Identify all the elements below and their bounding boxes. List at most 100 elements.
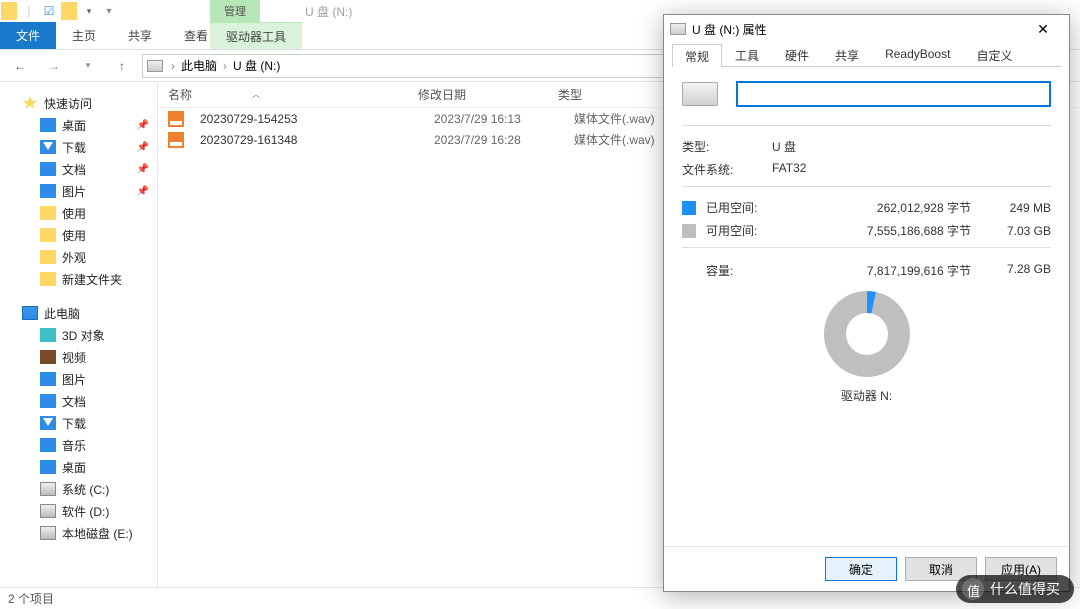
qat-dropdown-icon[interactable]: ▾ <box>80 2 98 20</box>
nav-up-button[interactable]: ↑ <box>108 53 136 79</box>
sidebar-label: 文档 <box>62 161 86 178</box>
sidebar-desktop[interactable]: 桌面📌 <box>0 114 157 136</box>
column-header-type[interactable]: 类型 <box>548 86 678 103</box>
pin-icon: 📌 <box>137 120 149 131</box>
tab-file[interactable]: 文件 <box>0 22 56 49</box>
used-label: 已用空间: <box>706 199 792 216</box>
wav-file-icon <box>168 132 184 148</box>
sidebar-quick-access[interactable]: 快速访问 <box>0 92 157 114</box>
sidebar-pictures[interactable]: 图片📌 <box>0 180 157 202</box>
item-count: 2 个项目 <box>8 590 54 607</box>
column-label: 名称 <box>168 86 192 103</box>
download-icon <box>40 416 56 430</box>
nav-back-button[interactable]: ← <box>6 53 34 79</box>
desktop-icon <box>40 460 56 474</box>
sidebar-drive-c[interactable]: 系统 (C:) <box>0 478 157 500</box>
sidebar-label: 3D 对象 <box>62 327 105 344</box>
sidebar-downloads2[interactable]: 下载 <box>0 412 157 434</box>
video-icon <box>40 350 56 364</box>
star-icon <box>22 96 38 110</box>
dialog-body: 类型:U 盘 文件系统:FAT32 已用空间: 262,012,928 字节 2… <box>664 67 1069 546</box>
nav-recent-dropdown[interactable]: ▾ <box>74 53 102 79</box>
free-swatch-icon <box>682 224 696 238</box>
file-date: 2023/7/29 16:28 <box>424 133 564 147</box>
drive-icon <box>40 482 56 496</box>
sidebar-label: 下载 <box>62 415 86 432</box>
sidebar-3d-objects[interactable]: 3D 对象 <box>0 324 157 346</box>
file-name: 20230729-161348 <box>190 133 424 147</box>
sidebar-folder-use1[interactable]: 使用 <box>0 202 157 224</box>
sidebar-videos[interactable]: 视频 <box>0 346 157 368</box>
used-swatch-icon <box>682 201 696 215</box>
window-title: U 盘 (N:) <box>305 3 352 20</box>
sidebar-downloads[interactable]: 下载📌 <box>0 136 157 158</box>
tab-hardware[interactable]: 硬件 <box>772 43 822 66</box>
filesystem-label: 文件系统: <box>682 161 772 178</box>
sidebar-label: 快速访问 <box>44 95 92 112</box>
tab-drive-tools[interactable]: 驱动器工具 <box>210 22 302 49</box>
free-label: 可用空间: <box>706 222 792 239</box>
tab-readyboost[interactable]: ReadyBoost <box>872 43 963 66</box>
breadcrumb-current[interactable]: U 盘 (N:) <box>229 57 284 74</box>
column-header-date[interactable]: 修改日期 <box>408 86 548 103</box>
picture-icon <box>40 372 56 386</box>
sidebar-desktop2[interactable]: 桌面 <box>0 456 157 478</box>
breadcrumb-sep: › <box>169 59 177 73</box>
tab-custom[interactable]: 自定义 <box>963 43 1025 66</box>
tab-tools[interactable]: 工具 <box>722 43 772 66</box>
tab-share[interactable]: 共享 <box>112 22 168 49</box>
pin-icon: 📌 <box>137 142 149 153</box>
download-icon <box>40 140 56 154</box>
tab-general[interactable]: 常规 <box>672 44 722 67</box>
drive-large-icon <box>682 82 718 106</box>
qat-overflow[interactable]: ▾ <box>100 2 118 20</box>
dialog-title: U 盘 (N:) 属性 <box>692 21 767 38</box>
sidebar-label: 系统 (C:) <box>62 481 109 498</box>
sidebar-label: 文档 <box>62 393 86 410</box>
sidebar-drive-d[interactable]: 软件 (D:) <box>0 500 157 522</box>
sidebar-folder-appearance[interactable]: 外观 <box>0 246 157 268</box>
sidebar-music[interactable]: 音乐 <box>0 434 157 456</box>
sidebar-documents[interactable]: 文档📌 <box>0 158 157 180</box>
capacity-label: 容量: <box>682 262 792 279</box>
drive-label: 驱动器 N: <box>682 387 1051 404</box>
close-button[interactable]: ✕ <box>1023 21 1063 38</box>
column-header-name[interactable]: 名称 ︿ <box>158 86 408 103</box>
sidebar-label: 此电脑 <box>44 305 80 322</box>
sidebar-label: 使用 <box>62 205 86 222</box>
sidebar-this-pc[interactable]: 此电脑 <box>0 302 157 324</box>
properties-dialog: U 盘 (N:) 属性 ✕ 常规 工具 硬件 共享 ReadyBoost 自定义… <box>663 14 1070 592</box>
address-bar[interactable]: › 此电脑 › U 盘 (N:) <box>142 54 682 78</box>
ok-button[interactable]: 确定 <box>825 557 897 581</box>
folder-icon <box>40 206 56 220</box>
sidebar-documents2[interactable]: 文档 <box>0 390 157 412</box>
drive-name-input[interactable] <box>736 81 1051 107</box>
sidebar-label: 图片 <box>62 371 86 388</box>
sidebar-drive-e[interactable]: 本地磁盘 (E:) <box>0 522 157 544</box>
type-value: U 盘 <box>772 138 796 155</box>
folder-open-icon[interactable] <box>60 2 78 20</box>
filesystem-value: FAT32 <box>772 161 806 178</box>
sidebar-label: 外观 <box>62 249 86 266</box>
tab-home[interactable]: 主页 <box>56 22 112 49</box>
sidebar-label: 图片 <box>62 183 86 200</box>
breadcrumb-this-pc[interactable]: 此电脑 <box>177 57 221 74</box>
capacity-hr: 7.28 GB <box>991 262 1051 279</box>
drive-icon <box>147 60 163 72</box>
sidebar-pictures2[interactable]: 图片 <box>0 368 157 390</box>
sidebar-folder-new[interactable]: 新建文件夹 <box>0 268 157 290</box>
picture-icon <box>40 184 56 198</box>
checkbox-icon[interactable]: ☑ <box>40 2 58 20</box>
wav-file-icon <box>168 111 184 127</box>
navigation-sidebar: 快速访问 桌面📌 下载📌 文档📌 图片📌 使用 使用 外观 新建文件夹 此电脑 … <box>0 82 158 587</box>
nav-forward-button[interactable]: → <box>40 53 68 79</box>
free-bytes: 7,555,186,688 字节 <box>792 222 991 239</box>
sidebar-folder-use2[interactable]: 使用 <box>0 224 157 246</box>
sort-caret-icon: ︿ <box>252 89 260 100</box>
music-icon <box>40 438 56 452</box>
tab-sharing[interactable]: 共享 <box>822 43 872 66</box>
breadcrumb-sep: › <box>221 59 229 73</box>
watermark: 值什么值得买 <box>956 575 1074 603</box>
folder-icon <box>40 228 56 242</box>
sidebar-label: 本地磁盘 (E:) <box>62 525 133 542</box>
